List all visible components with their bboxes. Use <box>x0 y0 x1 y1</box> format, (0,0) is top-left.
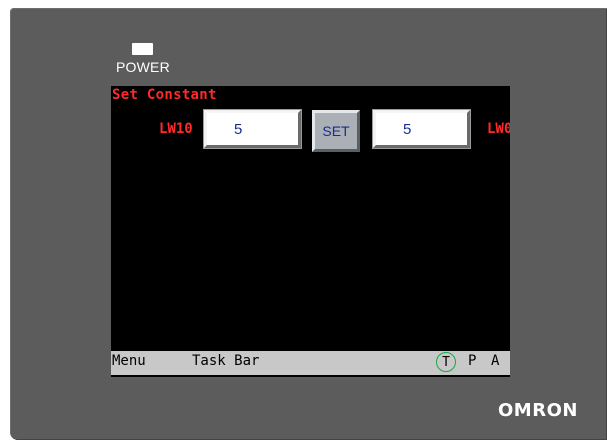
menu-button[interactable]: Menu <box>112 353 146 369</box>
target-address-label: LW0 <box>487 121 510 137</box>
omron-logo: OMRON <box>498 400 578 421</box>
p-indicator[interactable]: P <box>468 353 476 369</box>
a-indicator[interactable]: A <box>491 353 499 369</box>
hmi-screen: Set Constant LW10 5 SET 5 LW0 Menu Task … <box>111 86 510 377</box>
touch-indicator-icon[interactable]: T <box>436 352 456 372</box>
set-button[interactable]: SET <box>312 110 360 152</box>
task-bar: Menu Task Bar T P A <box>111 351 510 375</box>
target-value-field[interactable]: 5 <box>373 110 470 148</box>
source-address-label: LW10 <box>159 121 193 137</box>
source-value-field[interactable]: 5 <box>204 110 301 148</box>
power-led-icon <box>132 43 153 55</box>
screen-title: Set Constant <box>112 87 217 103</box>
target-value: 5 <box>403 121 412 138</box>
taskbar-label: Task Bar <box>192 353 260 369</box>
power-label: POWER <box>116 59 170 75</box>
source-value: 5 <box>234 121 243 138</box>
